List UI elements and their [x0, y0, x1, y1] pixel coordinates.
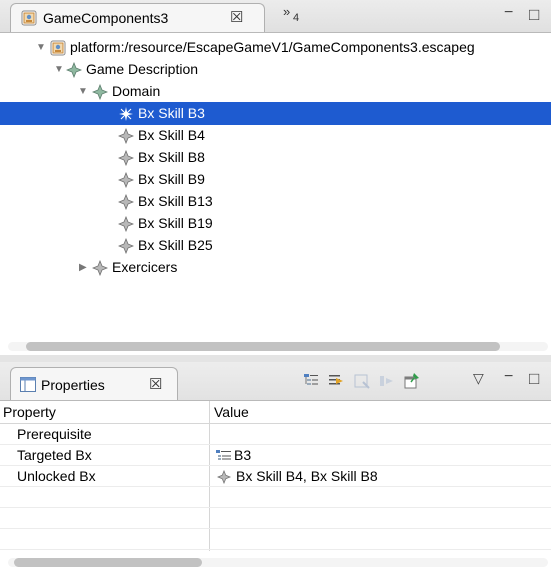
tree-skill-label: Bx Skill B9 — [138, 171, 205, 187]
tree-row-exercicers[interactable]: ▶ Exercicers — [0, 256, 551, 279]
row-gridline — [0, 549, 551, 550]
diamond-element-icon — [91, 259, 109, 277]
diamond-element-icon — [117, 237, 135, 255]
tree-root-label: platform:/resource/EscapeGameV1/GameComp… — [70, 39, 475, 55]
expanded-twisty-icon[interactable]: ▼ — [36, 36, 46, 59]
properties-tab[interactable]: Properties ☒ — [10, 367, 178, 400]
row-gridline — [0, 507, 551, 508]
column-header-property[interactable]: Property — [3, 404, 56, 420]
property-name: Prerequisite — [17, 426, 92, 442]
sparkle-element-icon — [118, 106, 134, 122]
maximize-icon[interactable]: □ — [529, 369, 539, 389]
diamond-element-icon — [117, 215, 135, 233]
properties-view-icon — [20, 377, 36, 395]
editor-view: GameComponents3 ☒ » 4 − □ ▼ platform:/re… — [0, 0, 551, 358]
property-row-targeted-bx[interactable]: Targeted Bx B3 — [0, 445, 551, 465]
property-row-prerequisite[interactable]: Prerequisite — [0, 424, 551, 444]
restore-default-icon[interactable] — [353, 372, 371, 390]
expanded-twisty-icon[interactable]: ▼ — [78, 80, 88, 103]
view-menu-icon[interactable]: ▽ — [473, 370, 484, 387]
properties-horizontal-scrollbar[interactable] — [8, 558, 548, 567]
tree-row-skill[interactable]: Bx Skill B8 — [0, 146, 551, 169]
diamond-element-icon — [65, 61, 83, 79]
editor-tab-label: GameComponents3 — [43, 10, 169, 26]
tree-skill-label: Bx Skill B19 — [138, 215, 213, 231]
tree-domain-label: Domain — [112, 83, 161, 99]
more-tabs-chevron-icon[interactable]: » — [283, 4, 290, 19]
minimize-icon[interactable]: − — [504, 4, 513, 22]
properties-tab-label: Properties — [41, 377, 105, 393]
editor-tab[interactable]: GameComponents3 ☒ — [10, 3, 265, 32]
editor-horizontal-scrollbar[interactable] — [8, 342, 548, 351]
filter-advanced-icon[interactable] — [327, 372, 345, 390]
editor-tab-bar: GameComponents3 ☒ » 4 − □ — [0, 0, 551, 33]
tree-row-root[interactable]: ▼ platform:/resource/EscapeGameV1/GameCo… — [0, 36, 551, 59]
properties-tab-close-icon[interactable]: ☒ — [149, 375, 162, 393]
property-name: Targeted Bx — [17, 447, 92, 463]
maximize-icon[interactable]: □ — [529, 5, 539, 25]
expanded-twisty-icon[interactable]: ▼ — [54, 58, 64, 81]
resource-tree: ▼ platform:/resource/EscapeGameV1/GameCo… — [0, 33, 551, 333]
more-tabs-count[interactable]: 4 — [293, 12, 299, 24]
tree-row-skill[interactable]: Bx Skill B4 — [0, 124, 551, 147]
tree-skill-label: Bx Skill B25 — [138, 237, 213, 253]
minimize-icon[interactable]: − — [504, 368, 513, 386]
tree-game-description-label: Game Description — [86, 61, 199, 77]
editor-tab-close-icon[interactable]: ☒ — [230, 8, 243, 26]
list-value-icon — [216, 445, 232, 465]
editor-scrollbar-thumb[interactable] — [26, 342, 500, 351]
row-gridline — [0, 528, 551, 529]
diamond-element-icon — [117, 127, 135, 145]
resource-file-icon — [21, 10, 37, 29]
property-value: Bx Skill B4, Bx Skill B8 — [236, 468, 378, 484]
categories-toggle-icon[interactable] — [302, 372, 320, 390]
tree-row-skill[interactable]: Bx Skill B3 — [0, 102, 551, 125]
tree-row-domain[interactable]: ▼ Domain — [0, 80, 551, 103]
diamond-element-icon — [117, 193, 135, 211]
tree-row-skill[interactable]: Bx Skill B13 — [0, 190, 551, 213]
tree-skill-label: Bx Skill B3 — [138, 105, 205, 121]
view-sash[interactable] — [0, 355, 551, 362]
properties-tab-bar: Properties ☒ ▽ − □ — [0, 362, 551, 401]
tree-skill-label: Bx Skill B13 — [138, 193, 213, 209]
properties-scrollbar-thumb[interactable] — [14, 558, 202, 567]
diamond-element-icon — [117, 149, 135, 167]
property-row-unlocked-bx[interactable]: Unlocked Bx Bx Skill B4, Bx Skill B8 — [0, 466, 551, 486]
collapsed-twisty-icon[interactable]: ▶ — [79, 256, 89, 279]
diamond-element-icon — [117, 171, 135, 189]
show-selection-icon[interactable] — [378, 372, 396, 390]
tree-row-skill[interactable]: Bx Skill B19 — [0, 212, 551, 235]
property-name: Unlocked Bx — [17, 468, 96, 484]
property-value: B3 — [234, 447, 252, 463]
row-gridline — [0, 486, 551, 487]
tree-row-skill[interactable]: Bx Skill B9 — [0, 168, 551, 191]
tree-row-game-description[interactable]: ▼ Game Description — [0, 58, 551, 81]
tree-exercicers-label: Exercicers — [112, 259, 178, 275]
pin-view-icon[interactable] — [403, 372, 421, 390]
column-header-value[interactable]: Value — [214, 404, 249, 420]
properties-table-header: Property Value — [0, 401, 551, 424]
tree-skill-label: Bx Skill B8 — [138, 149, 205, 165]
properties-view: Properties ☒ ▽ − □ Property Value Prereq… — [0, 362, 551, 573]
tree-row-skill[interactable]: Bx Skill B25 — [0, 234, 551, 257]
resource-file-icon — [50, 40, 66, 56]
tree-skill-label: Bx Skill B4 — [138, 127, 205, 143]
diamond-element-icon — [91, 83, 109, 101]
